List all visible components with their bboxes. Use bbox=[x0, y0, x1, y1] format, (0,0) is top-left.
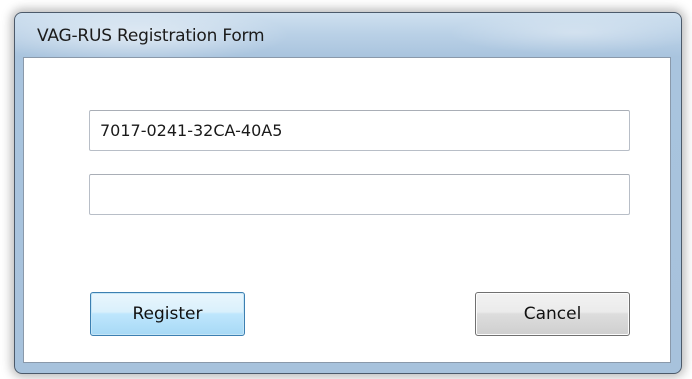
dialog-client-area: Register Cancel bbox=[23, 57, 671, 363]
cancel-button[interactable]: Cancel bbox=[475, 292, 630, 336]
registration-dialog: VAG-RUS Registration Form Register Cance… bbox=[14, 12, 682, 374]
register-button[interactable]: Register bbox=[90, 292, 245, 336]
title-bar[interactable]: VAG-RUS Registration Form bbox=[15, 13, 681, 57]
window-title: VAG-RUS Registration Form bbox=[37, 26, 265, 46]
register-button-label: Register bbox=[132, 304, 203, 324]
serial-number-field[interactable] bbox=[89, 110, 630, 151]
registration-key-field[interactable] bbox=[89, 174, 630, 215]
cancel-button-label: Cancel bbox=[523, 304, 582, 324]
